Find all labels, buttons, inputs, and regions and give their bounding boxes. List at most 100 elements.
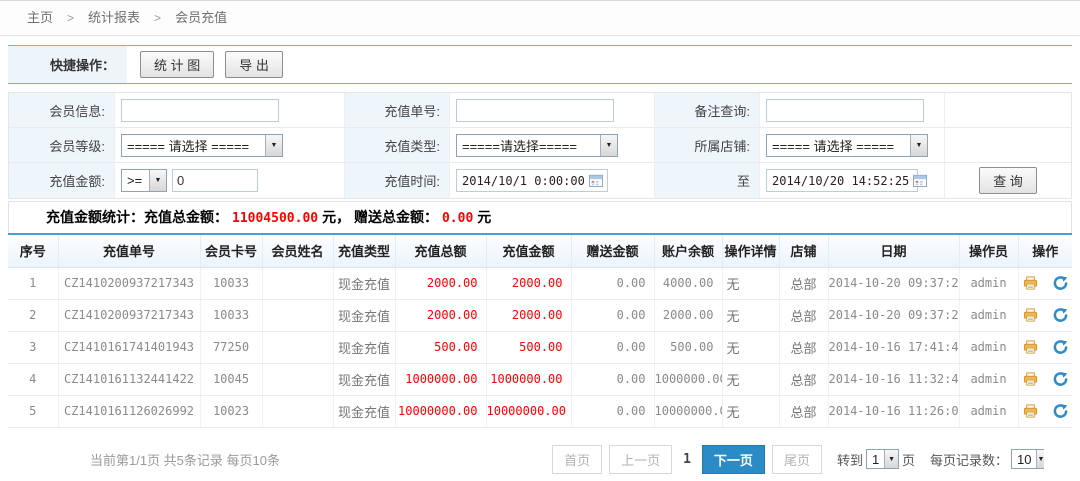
print-icon[interactable] bbox=[1023, 340, 1038, 355]
breadcrumb-reports[interactable]: 统计报表 bbox=[88, 10, 140, 25]
next-page-button[interactable]: 下一页 bbox=[702, 445, 765, 474]
print-icon[interactable] bbox=[1023, 308, 1038, 323]
remark-input[interactable] bbox=[766, 99, 924, 122]
per-page-select[interactable]: 10▼ bbox=[1011, 449, 1044, 469]
table-row: 2 CZ1410200937217343 10033 现金充值 2000.00 … bbox=[8, 299, 1072, 331]
goto-suffix: 页 bbox=[902, 450, 915, 469]
print-icon[interactable] bbox=[1023, 372, 1038, 387]
cell-total: 500.00 bbox=[395, 331, 486, 363]
member-level-label: 会员等级: bbox=[9, 128, 115, 163]
cell-balance: 1000000.00 bbox=[654, 363, 722, 395]
search-button[interactable]: 查 询 bbox=[979, 167, 1037, 194]
cell-detail: 无 bbox=[722, 299, 779, 331]
cell-no: 3 bbox=[8, 331, 58, 363]
cell-amount: 10000000.00 bbox=[486, 395, 571, 427]
cell-gift: 0.00 bbox=[571, 299, 654, 331]
prev-page-button[interactable]: 上一页 bbox=[609, 445, 672, 474]
breadcrumb-separator: > bbox=[67, 11, 74, 25]
cell-card-no: 10033 bbox=[200, 267, 262, 299]
summary-gift-label: 赠送总金额： bbox=[354, 209, 438, 225]
cell-shop: 总部 bbox=[779, 395, 828, 427]
summary-total-label: 充值总金额： bbox=[144, 209, 228, 225]
shop-select[interactable]: ===== 请选择 =====▼ bbox=[766, 134, 928, 157]
filter-form: 会员信息: 充值单号: 备注查询: 会员等级: ===== 请选择 =====▼… bbox=[8, 92, 1072, 199]
breadcrumb: 主页 > 统计报表 > 会员充值 bbox=[0, 1, 1080, 36]
amount-operator-value: >= bbox=[122, 173, 149, 188]
chart-button[interactable]: 统 计 图 bbox=[140, 51, 214, 78]
summary-total-unit: 元， bbox=[322, 209, 350, 225]
last-page-button[interactable]: 尾页 bbox=[772, 445, 822, 474]
refresh-icon[interactable] bbox=[1053, 404, 1068, 419]
cell-detail: 无 bbox=[722, 331, 779, 363]
recharge-type-select[interactable]: =====请选择=====▼ bbox=[456, 134, 618, 157]
recharge-no-input[interactable] bbox=[456, 99, 614, 122]
cell-date: 2014-10-16 11:32:44 bbox=[828, 363, 959, 395]
cell-order-no: CZ1410200937217343 bbox=[58, 267, 200, 299]
cell-date: 2014-10-16 11:26:02 bbox=[828, 395, 959, 427]
time-to-value: 2014/10/20 14:52:25 bbox=[772, 174, 909, 188]
member-info-input[interactable] bbox=[121, 99, 279, 122]
refresh-icon[interactable] bbox=[1053, 276, 1068, 291]
time-label: 充值时间: bbox=[345, 163, 450, 198]
col-header-card: 会员卡号 bbox=[200, 234, 262, 267]
col-header-balance: 账户余额 bbox=[654, 234, 722, 267]
member-level-select[interactable]: ===== 请选择 =====▼ bbox=[121, 134, 283, 157]
chevron-down-icon: ▼ bbox=[149, 170, 166, 191]
cell-card-no: 10045 bbox=[200, 363, 262, 395]
member-info-label: 会员信息: bbox=[9, 93, 115, 128]
col-header-gift: 赠送金额 bbox=[571, 234, 654, 267]
table-row: 5 CZ1410161126026992 10023 现金充值 10000000… bbox=[8, 395, 1072, 427]
amount-input[interactable] bbox=[172, 169, 258, 192]
print-icon[interactable] bbox=[1023, 404, 1038, 419]
breadcrumb-current: 会员充值 bbox=[175, 10, 227, 25]
cell-member-name bbox=[262, 299, 333, 331]
refresh-icon[interactable] bbox=[1053, 372, 1068, 387]
first-page-button[interactable]: 首页 bbox=[552, 445, 602, 474]
cell-recharge-type: 现金充值 bbox=[333, 395, 395, 427]
summary-gift-unit: 元 bbox=[477, 209, 491, 225]
cell-amount: 2000.00 bbox=[486, 267, 571, 299]
cell-gift: 0.00 bbox=[571, 363, 654, 395]
chevron-down-icon: ▼ bbox=[884, 450, 898, 468]
cell-shop: 总部 bbox=[779, 331, 828, 363]
time-to-input[interactable]: 2014/10/20 14:52:25 bbox=[766, 169, 918, 192]
cell-card-no: 10033 bbox=[200, 299, 262, 331]
cell-gift: 0.00 bbox=[571, 331, 654, 363]
cell-shop: 总部 bbox=[779, 363, 828, 395]
cell-amount: 500.00 bbox=[486, 331, 571, 363]
breadcrumb-home[interactable]: 主页 bbox=[27, 10, 53, 25]
cell-total: 2000.00 bbox=[395, 299, 486, 331]
cell-actions bbox=[1018, 363, 1072, 395]
cell-recharge-type: 现金充值 bbox=[333, 331, 395, 363]
time-to-label: 至 bbox=[655, 163, 760, 198]
refresh-icon[interactable] bbox=[1053, 340, 1068, 355]
calendar-icon[interactable] bbox=[913, 174, 927, 187]
refresh-icon[interactable] bbox=[1053, 308, 1068, 323]
per-page-label: 每页记录数： bbox=[930, 450, 1008, 469]
cell-detail: 无 bbox=[722, 395, 779, 427]
col-header-type: 充值类型 bbox=[333, 234, 395, 267]
amount-operator-select[interactable]: >=▼ bbox=[121, 169, 167, 192]
export-button[interactable]: 导 出 bbox=[225, 51, 283, 78]
cell-balance: 500.00 bbox=[654, 331, 722, 363]
chevron-down-icon: ▼ bbox=[910, 135, 927, 156]
per-page-value: 10 bbox=[1012, 452, 1036, 467]
goto-page-value: 1 bbox=[867, 452, 884, 467]
cell-date: 2014-10-20 09:37:21 bbox=[828, 267, 959, 299]
cell-operator: admin bbox=[959, 267, 1018, 299]
pagination-bar: 当前第1/1页 共5条记录 每页10条 首页 上一页 1 下一页 尾页 转到 1… bbox=[8, 428, 1072, 474]
col-header-no: 序号 bbox=[8, 234, 58, 267]
cell-no: 1 bbox=[8, 267, 58, 299]
cell-detail: 无 bbox=[722, 363, 779, 395]
print-icon[interactable] bbox=[1023, 276, 1038, 291]
cell-member-name bbox=[262, 363, 333, 395]
calendar-icon[interactable] bbox=[589, 174, 603, 187]
cell-order-no: CZ1410161132441422 bbox=[58, 363, 200, 395]
col-header-total: 充值总额 bbox=[395, 234, 486, 267]
time-from-input[interactable]: 2014/10/1 0:00:00 bbox=[456, 169, 608, 192]
cell-member-name bbox=[262, 267, 333, 299]
cell-member-name bbox=[262, 395, 333, 427]
goto-page-select[interactable]: 1▼ bbox=[866, 449, 899, 469]
breadcrumb-separator: > bbox=[154, 11, 161, 25]
cell-no: 5 bbox=[8, 395, 58, 427]
